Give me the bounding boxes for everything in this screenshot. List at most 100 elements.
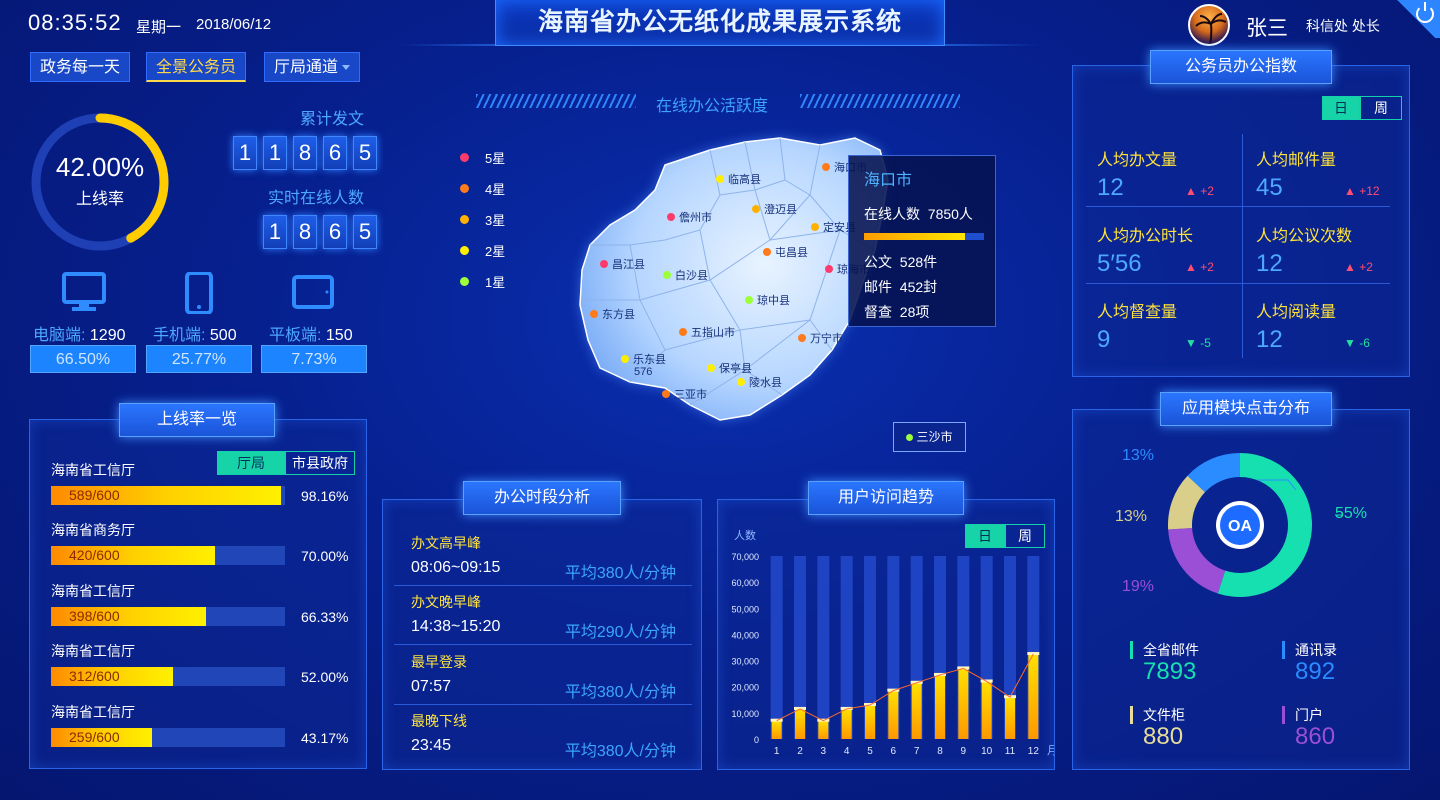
tab-day[interactable]: 日 xyxy=(1322,96,1360,120)
legend-item: 5星 xyxy=(460,142,505,173)
module-legend-value: 7893 xyxy=(1143,658,1197,685)
city-name: 乐东县 xyxy=(633,354,666,366)
city-name: 琼中县 xyxy=(757,295,790,307)
list-item-value: 589/600 xyxy=(69,487,120,503)
map-city[interactable]: 琼中县 xyxy=(745,292,790,308)
x-tick-label: 12 xyxy=(1028,746,1040,757)
device-tablet-label: 平板端: 150 xyxy=(269,321,353,345)
list-item-percent: 43.17% xyxy=(301,729,349,746)
x-tick-label: 9 xyxy=(961,746,967,757)
bar xyxy=(841,708,852,739)
tooltip-mail-label: 邮件 xyxy=(864,279,892,295)
clock-time: 08:35:52 xyxy=(28,10,122,35)
sansha-city-button[interactable]: 三沙市 xyxy=(893,422,966,452)
bar xyxy=(1005,697,1015,739)
city-name: 五指山市 xyxy=(691,327,735,339)
bar-track xyxy=(770,556,783,739)
legend-label: 2星 xyxy=(485,244,506,259)
list-item-name: 海南省工信厅 xyxy=(51,704,135,720)
x-tick-label: 7 xyxy=(914,746,920,757)
index-delta-value: +2 xyxy=(1200,260,1214,274)
time-row: 最晚下线 23:45 平均380人/分钟 xyxy=(394,705,692,764)
arrow-down-icon: ▼ xyxy=(1185,336,1201,350)
total-docs-label: 累计发文 xyxy=(300,111,365,128)
module-legend-value: 892 xyxy=(1295,658,1336,685)
index-delta: ▼ -5 xyxy=(1185,336,1211,350)
map-city[interactable]: 屯昌县 xyxy=(763,244,808,260)
map-city[interactable]: 五指山市 xyxy=(679,324,735,340)
index-value: 12 xyxy=(1097,174,1124,201)
y-tick-label: 50,000 xyxy=(731,604,759,614)
map-city[interactable]: 儋州市 xyxy=(667,209,712,225)
time-row-average: 平均380人/分钟 xyxy=(564,565,676,582)
map-city[interactable]: 乐东县 xyxy=(621,351,666,367)
map-city[interactable]: 陵水县 xyxy=(737,374,782,390)
list-item-bar: 398/600 xyxy=(51,607,285,626)
avatar[interactable] xyxy=(1188,4,1230,46)
bar xyxy=(771,720,782,739)
module-legend-label: 通讯录 xyxy=(1295,642,1337,658)
city-name: 白沙县 xyxy=(675,270,708,282)
module-legend-bar xyxy=(1130,641,1133,659)
map-city[interactable]: 昌江县 xyxy=(600,256,645,272)
time-row: 办文高早峰 08:06~09:15 平均380人/分钟 xyxy=(394,527,692,586)
index-delta: ▲ +2 xyxy=(1185,260,1214,274)
module-legend-value: 860 xyxy=(1295,723,1336,750)
online-rate-value: 42.00% xyxy=(55,152,145,182)
user-department: 科信处 处长 xyxy=(1306,18,1380,34)
module-legend-value: 880 xyxy=(1143,723,1184,750)
map-city[interactable]: 三亚市 xyxy=(662,386,707,402)
city-name: 三亚市 xyxy=(674,389,707,401)
city-name: 临高县 xyxy=(728,174,761,186)
list-item-percent: 70.00% xyxy=(301,547,349,564)
index-cell: 人均督查量 9 ▼ -5 xyxy=(1097,298,1257,354)
map-city[interactable]: 东方县 xyxy=(590,306,635,322)
map-city[interactable]: 临高县 xyxy=(716,171,761,187)
index-name: 人均办公时长 xyxy=(1097,228,1194,245)
map-city[interactable]: 白沙县 xyxy=(663,267,708,283)
list-item-row: 420/600 70.00% xyxy=(51,546,351,565)
module-legend-bar xyxy=(1282,641,1285,659)
tooltip-docs: 公文 528件 xyxy=(864,252,980,272)
list-item: 海南省工信厅 589/600 98.16% xyxy=(51,460,351,505)
map-city[interactable]: 澄迈县 xyxy=(752,201,797,217)
power-icon[interactable] xyxy=(1416,2,1434,23)
index-cell: 人均邮件量 45 ▲ +12 xyxy=(1256,146,1416,202)
realtime-online-label: 实时在线人数 xyxy=(268,190,365,207)
legend-item: 1星 xyxy=(460,266,505,297)
bar xyxy=(888,690,899,739)
tab-week[interactable]: 周 xyxy=(1360,96,1402,120)
x-tick-label: 10 xyxy=(981,746,993,757)
nav-bureau-dropdown[interactable]: 厅局通道 xyxy=(264,52,361,82)
time-row-time: 23:45 xyxy=(411,737,452,754)
realtime-online-counter: 1 8 6 5 xyxy=(263,215,377,249)
device-pc-percent: 66.50% xyxy=(30,345,136,373)
list-item-value: 398/600 xyxy=(69,608,120,624)
index-cell: 人均办公时长 5′56 ▲ +2 xyxy=(1097,222,1257,278)
list-item-percent: 52.00% xyxy=(301,668,349,685)
time-row-line: 07:57 平均380人/分钟 xyxy=(411,678,692,702)
index-value: 45 xyxy=(1256,174,1283,201)
legend-dot xyxy=(460,277,469,286)
index-line: 12 ▲ +2 xyxy=(1097,174,1257,202)
nav-bureau-label: 厅局通道 xyxy=(274,59,339,76)
counter-digit: 1 xyxy=(263,136,287,170)
y-tick-label: 30,000 xyxy=(731,657,759,667)
list-item: 海南省商务厅 420/600 70.00% xyxy=(51,520,351,565)
nav-daily-button[interactable]: 政务每一天 xyxy=(30,52,131,82)
list-item-row: 259/600 43.17% xyxy=(51,728,351,747)
index-value: 12 xyxy=(1256,250,1283,277)
map-city[interactable]: 万宁市 xyxy=(798,330,843,346)
device-tablet-percent: 7.73% xyxy=(261,345,367,373)
page-title: 海南省办公无纸化成果展示系统 xyxy=(495,0,945,46)
x-tick-label: 11 xyxy=(1005,746,1016,757)
y-tick-label: 0 xyxy=(754,735,759,745)
nav-panorama-button[interactable]: 全景公务员 xyxy=(146,52,247,82)
legend-dot xyxy=(460,215,469,224)
online-rate-list-title: 上线率一览 xyxy=(119,403,275,437)
time-row-average: 平均290人/分钟 xyxy=(564,624,676,641)
y-tick-label: 10,000 xyxy=(731,709,759,719)
index-delta: ▲ +2 xyxy=(1344,260,1373,274)
palm-tree-icon xyxy=(1195,13,1227,44)
y-tick-label: 70,000 xyxy=(731,552,759,562)
